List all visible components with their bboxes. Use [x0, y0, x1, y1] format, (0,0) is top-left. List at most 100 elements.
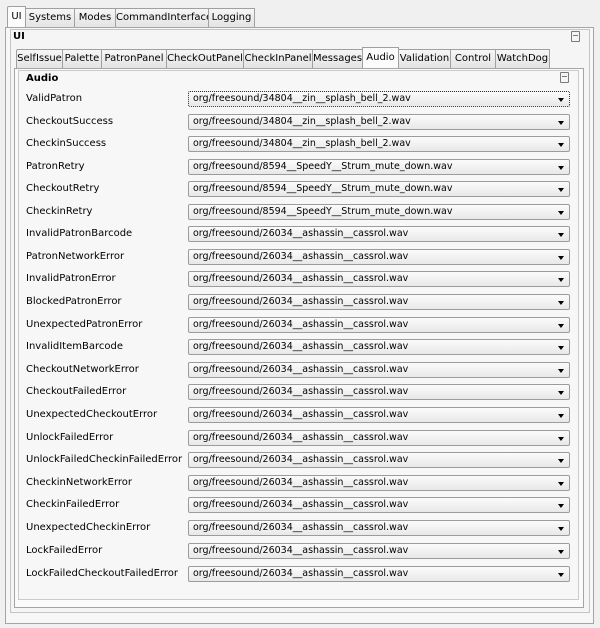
top-tab-logging[interactable]: Logging: [208, 8, 255, 28]
tab-checkinpanel[interactable]: CheckInPanel: [243, 49, 313, 69]
chevron-down-icon[interactable]: [558, 188, 564, 192]
sound-select[interactable]: org/freesound/34804__zin__splash_bell_2.…: [188, 114, 570, 130]
tab-label: CheckInPanel: [244, 53, 312, 64]
select-value: org/freesound/34804__zin__splash_bell_2.…: [193, 138, 411, 149]
sound-select[interactable]: org/freesound/8594__SpeedY__Strum_mute_d…: [188, 159, 570, 175]
row-label: PatronNetworkError: [26, 251, 125, 262]
row-label: CheckinSuccess: [26, 138, 107, 149]
row-label: UnlockFailedError: [26, 432, 114, 443]
select-value: org/freesound/34804__zin__splash_bell_2.…: [193, 116, 411, 127]
tab-label: UI: [11, 11, 22, 22]
select-value: org/freesound/26034__ashassin__cassrol.w…: [193, 251, 409, 262]
row-label: PatronRetry: [26, 161, 85, 172]
tab-label: SelfIssue: [17, 53, 62, 64]
top-tab-systems[interactable]: Systems: [25, 8, 75, 28]
sound-select[interactable]: org/freesound/26034__ashassin__cassrol.w…: [188, 384, 570, 400]
chevron-down-icon[interactable]: [558, 550, 564, 554]
row-label: LockFailedCheckoutFailedError: [26, 568, 178, 579]
chevron-down-icon[interactable]: [558, 346, 564, 350]
chevron-down-icon[interactable]: [558, 211, 564, 215]
sound-select[interactable]: org/freesound/8594__SpeedY__Strum_mute_d…: [188, 204, 570, 220]
tab-label: CommandInterface: [116, 12, 213, 23]
select-value: org/freesound/26034__ashassin__cassrol.w…: [193, 499, 409, 510]
chevron-down-icon[interactable]: [558, 504, 564, 508]
tab-label: Validation: [399, 53, 450, 64]
sound-select[interactable]: org/freesound/34804__zin__splash_bell_2.…: [188, 91, 570, 107]
row-label: ValidPatron: [26, 93, 83, 104]
top-tab-commandinterface[interactable]: CommandInterface: [115, 8, 213, 28]
chevron-down-icon[interactable]: [558, 98, 564, 102]
sub-tab-bar: SelfIssue Palette PatronPanel CheckOutPa…: [16, 47, 551, 69]
tab-validation[interactable]: Validation: [398, 49, 451, 69]
select-value: org/freesound/26034__ashassin__cassrol.w…: [193, 341, 409, 352]
chevron-down-icon[interactable]: [558, 459, 564, 463]
select-value: org/freesound/26034__ashassin__cassrol.w…: [193, 477, 409, 488]
chevron-down-icon[interactable]: [558, 324, 564, 328]
sound-select[interactable]: org/freesound/26034__ashassin__cassrol.w…: [188, 317, 570, 333]
tab-control[interactable]: Control: [450, 49, 496, 69]
select-value: org/freesound/26034__ashassin__cassrol.w…: [193, 296, 409, 307]
sound-select[interactable]: org/freesound/26034__ashassin__cassrol.w…: [188, 452, 570, 468]
row-label: CheckinFailedError: [26, 499, 120, 510]
chevron-down-icon[interactable]: [558, 573, 564, 577]
select-value: org/freesound/26034__ashassin__cassrol.w…: [193, 409, 409, 420]
chevron-down-icon[interactable]: [558, 143, 564, 147]
chevron-down-icon[interactable]: [558, 233, 564, 237]
tab-audio[interactable]: Audio: [362, 47, 399, 68]
sound-select[interactable]: org/freesound/8594__SpeedY__Strum_mute_d…: [188, 181, 570, 197]
sound-select[interactable]: org/freesound/26034__ashassin__cassrol.w…: [188, 362, 570, 378]
audio-collapse-icon[interactable]: [560, 72, 569, 83]
select-value: org/freesound/26034__ashassin__cassrol.w…: [193, 228, 409, 239]
chevron-down-icon[interactable]: [558, 121, 564, 125]
sound-select[interactable]: org/freesound/26034__ashassin__cassrol.w…: [188, 475, 570, 491]
select-value: org/freesound/26034__ashassin__cassrol.w…: [193, 522, 409, 533]
sound-select[interactable]: org/freesound/26034__ashassin__cassrol.w…: [188, 339, 570, 355]
tab-patronpanel[interactable]: PatronPanel: [101, 49, 167, 69]
sound-select[interactable]: org/freesound/26034__ashassin__cassrol.w…: [188, 520, 570, 536]
ui-group-title: UI: [13, 31, 25, 42]
sound-select[interactable]: org/freesound/26034__ashassin__cassrol.w…: [188, 226, 570, 242]
audio-group-title: Audio: [26, 73, 59, 84]
row-label: InvalidItemBarcode: [26, 341, 123, 352]
chevron-down-icon[interactable]: [558, 437, 564, 441]
chevron-down-icon[interactable]: [558, 369, 564, 373]
select-value: org/freesound/8594__SpeedY__Strum_mute_d…: [193, 206, 453, 217]
select-value: org/freesound/26034__ashassin__cassrol.w…: [193, 432, 409, 443]
sound-select[interactable]: org/freesound/26034__ashassin__cassrol.w…: [188, 430, 570, 446]
row-label: BlockedPatronError: [26, 296, 122, 307]
select-value: org/freesound/8594__SpeedY__Strum_mute_d…: [193, 161, 453, 172]
row-label: CheckinRetry: [26, 206, 93, 217]
row-label: UnexpectedCheckinError: [26, 522, 151, 533]
tab-label: CheckOutPanel: [167, 53, 243, 64]
sound-select[interactable]: org/freesound/26034__ashassin__cassrol.w…: [188, 249, 570, 265]
ui-collapse-icon[interactable]: [571, 31, 580, 42]
tab-selfissue[interactable]: SelfIssue: [16, 49, 63, 69]
chevron-down-icon[interactable]: [558, 391, 564, 395]
sound-select[interactable]: org/freesound/26034__ashassin__cassrol.w…: [188, 566, 570, 582]
select-value: org/freesound/26034__ashassin__cassrol.w…: [193, 386, 409, 397]
tab-label: Systems: [28, 12, 72, 23]
chevron-down-icon[interactable]: [558, 256, 564, 260]
sound-select[interactable]: org/freesound/34804__zin__splash_bell_2.…: [188, 136, 570, 152]
select-value: org/freesound/34804__zin__splash_bell_2.…: [193, 93, 411, 104]
sound-select[interactable]: org/freesound/26034__ashassin__cassrol.w…: [188, 271, 570, 287]
tab-messages[interactable]: Messages: [312, 49, 363, 69]
tab-label: Audio: [366, 52, 395, 63]
tab-watchdog[interactable]: WatchDog: [495, 49, 550, 69]
chevron-down-icon[interactable]: [558, 166, 564, 170]
sound-select[interactable]: org/freesound/26034__ashassin__cassrol.w…: [188, 407, 570, 423]
chevron-down-icon[interactable]: [558, 301, 564, 305]
tab-palette[interactable]: Palette: [62, 49, 102, 69]
row-label: UnexpectedPatronError: [26, 319, 143, 330]
top-tab-ui[interactable]: UI: [7, 6, 26, 27]
tab-checkoutpanel[interactable]: CheckOutPanel: [166, 49, 244, 69]
sound-select[interactable]: org/freesound/26034__ashassin__cassrol.w…: [188, 543, 570, 559]
chevron-down-icon[interactable]: [558, 414, 564, 418]
chevron-down-icon[interactable]: [558, 278, 564, 282]
chevron-down-icon[interactable]: [558, 482, 564, 486]
sound-select[interactable]: org/freesound/26034__ashassin__cassrol.w…: [188, 497, 570, 513]
chevron-down-icon[interactable]: [558, 527, 564, 531]
top-tab-modes[interactable]: Modes: [74, 8, 116, 28]
tab-label: Palette: [64, 53, 100, 64]
sound-select[interactable]: org/freesound/26034__ashassin__cassrol.w…: [188, 294, 570, 310]
